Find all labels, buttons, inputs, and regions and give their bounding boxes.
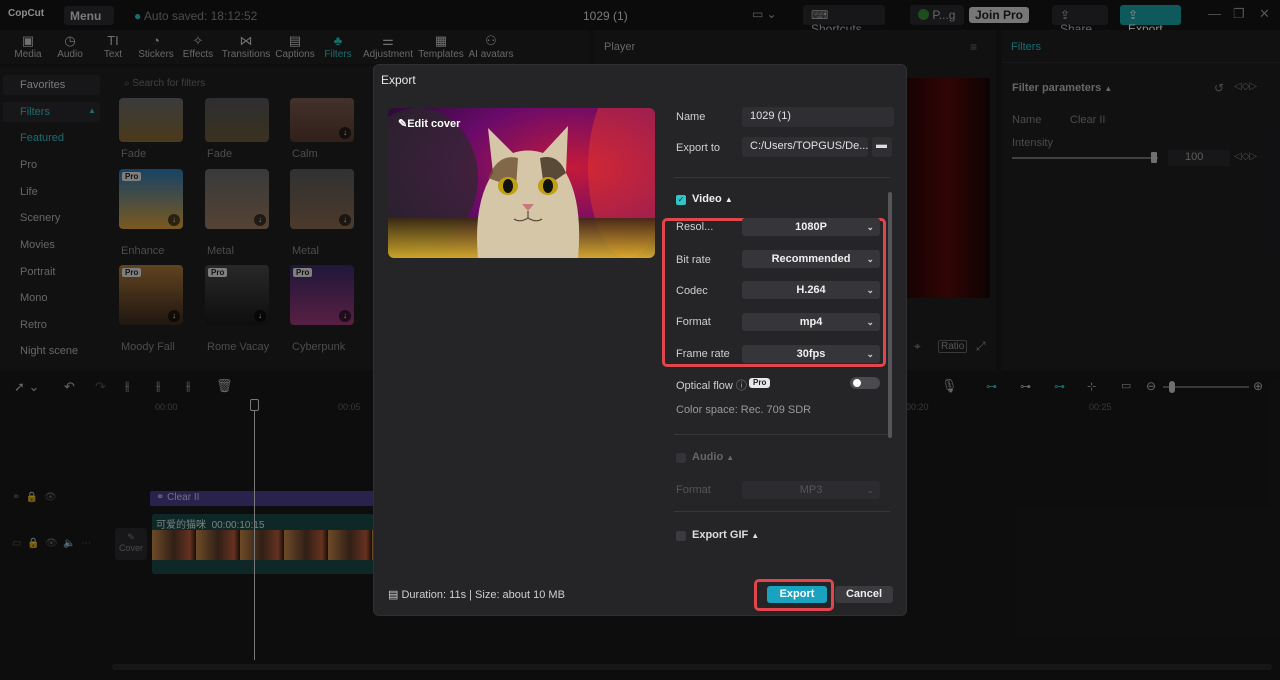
pro-badge: Pro — [749, 378, 771, 388]
toggle-knob — [853, 379, 861, 387]
folder-icon[interactable]: ▬ — [872, 137, 892, 157]
divider — [674, 434, 890, 435]
film-icon: ▤ — [388, 589, 399, 601]
codec-select[interactable]: H.264 ⌄ — [742, 281, 880, 299]
codec-label: Codec — [676, 285, 708, 297]
name-input[interactable]: 1029 (1) — [742, 107, 894, 127]
audio-checkbox[interactable] — [676, 453, 686, 463]
chevron-down-icon: ⌄ — [866, 254, 874, 264]
dialog-title: Export — [381, 73, 416, 87]
export-to-label: Export to — [676, 142, 721, 154]
export-path-input[interactable]: C:/Users/TOPGUS/De... — [742, 137, 868, 157]
cancel-button[interactable]: Cancel — [835, 586, 893, 603]
resolution-select[interactable]: 1080P ⌄ — [742, 218, 880, 236]
audio-format-select: MP3 ⌄ — [742, 481, 880, 499]
export-button[interactable]: Export — [767, 586, 827, 603]
video-section-title[interactable]: Video ▲ — [692, 193, 733, 205]
cover-preview[interactable]: ✎Edit cover — [388, 108, 655, 258]
chevron-down-icon: ⌄ — [866, 485, 874, 495]
format-select[interactable]: mp4 ⌄ — [742, 313, 880, 331]
video-checkbox[interactable]: ✓ — [676, 195, 686, 205]
divider — [674, 177, 890, 178]
gif-checkbox[interactable] — [676, 531, 686, 541]
format-label: Format — [676, 316, 711, 328]
chevron-down-icon: ⌄ — [866, 349, 874, 359]
chevron-down-icon: ⌄ — [866, 222, 874, 232]
chevron-down-icon: ⌄ — [866, 317, 874, 327]
chevron-down-icon: ⌄ — [866, 285, 874, 295]
name-label: Name — [676, 111, 706, 123]
audio-section-title[interactable]: Audio ▲ — [692, 451, 734, 463]
info-icon: ⓘ — [735, 380, 747, 392]
pencil-icon: ✎ — [398, 118, 408, 130]
duration-info: ▤ Duration: 11s | Size: about 10 MB — [388, 589, 565, 601]
optical-flow-label: Optical flow ⓘ — [676, 380, 747, 392]
edit-cover-button[interactable]: ✎Edit cover — [398, 117, 460, 130]
audio-format-label: Format — [676, 484, 711, 496]
bitrate-select[interactable]: Recommended ⌄ — [742, 250, 880, 268]
export-dialog: Export ✎Edit cover Name 1029 (1) Export … — [373, 64, 907, 616]
optical-flow-toggle[interactable] — [850, 377, 880, 389]
gif-section-title[interactable]: Export GIF ▲ — [692, 529, 759, 541]
cat-image — [388, 108, 655, 258]
color-space-text: Color space: Rec. 709 SDR — [676, 404, 812, 416]
settings-scrollbar[interactable] — [888, 192, 892, 438]
framerate-select[interactable]: 30fps ⌄ — [742, 345, 880, 363]
divider — [674, 511, 890, 512]
resolution-label: Resol... — [676, 221, 714, 233]
bitrate-label: Bit rate — [676, 254, 711, 266]
framerate-label: Frame rate — [676, 348, 730, 360]
